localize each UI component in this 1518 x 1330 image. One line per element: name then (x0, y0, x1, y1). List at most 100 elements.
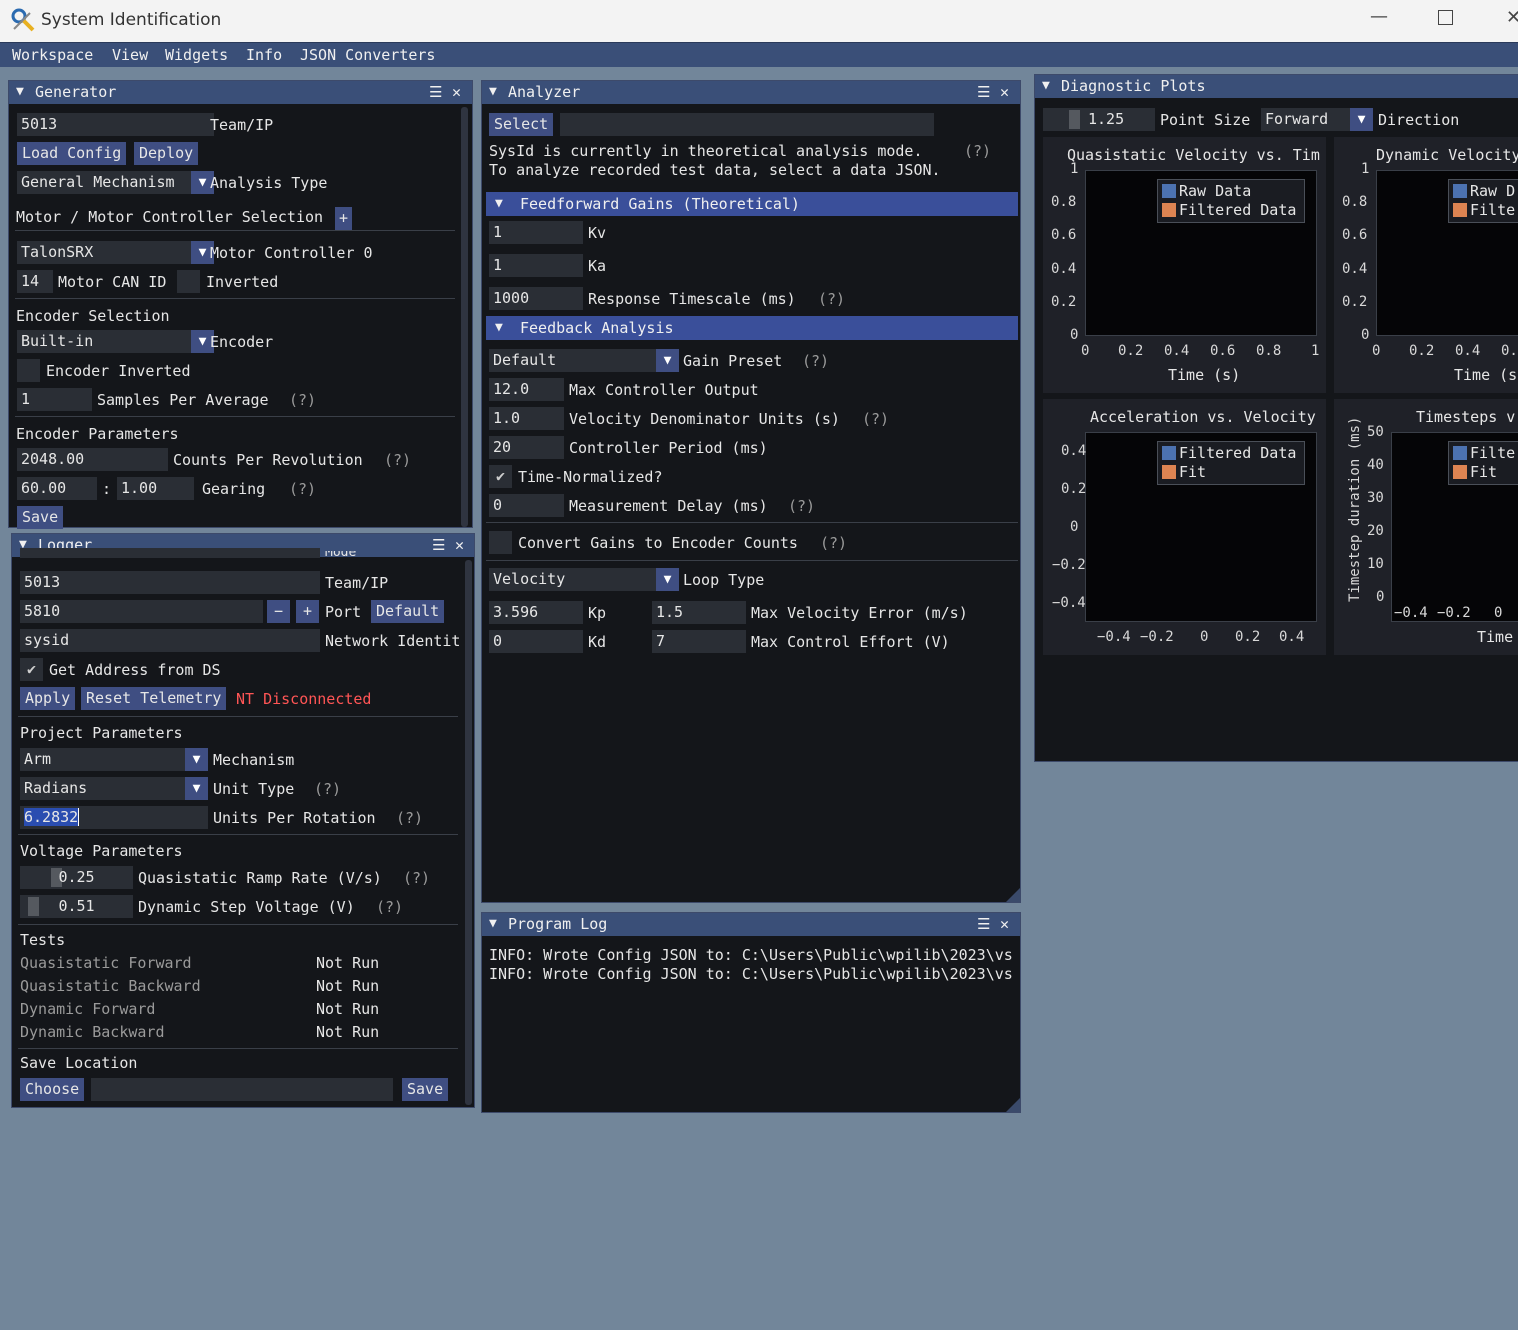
port-increment-button[interactable]: + (296, 600, 319, 623)
plot-legend[interactable]: Filte Fit (1448, 441, 1518, 485)
help-icon[interactable]: (?) (964, 142, 991, 161)
legend-entry[interactable]: Filte (1453, 201, 1518, 220)
acceleration-velocity-plot[interactable]: Acceleration vs. Velocity Filtered Data … (1043, 399, 1326, 655)
collapse-icon[interactable]: ▼ (16, 84, 24, 99)
feedforward-header[interactable]: ▼ Feedforward Gains (Theoretical) (486, 192, 1018, 216)
menu-workspace[interactable]: Workspace (12, 46, 93, 64)
menu-icon[interactable]: ☰ (432, 536, 445, 554)
program-log-titlebar[interactable]: ▼ Program Log ☰ ✕ (482, 913, 1020, 936)
select-json-button[interactable]: Select (489, 113, 554, 136)
gearing-denominator-input[interactable]: 1.00 (117, 477, 194, 500)
diagnostic-plots-titlebar[interactable]: ▼ Diagnostic Plots (1035, 75, 1518, 98)
choose-button[interactable]: Choose (20, 1078, 85, 1101)
time-normalized-checkbox[interactable]: ✔ (489, 465, 512, 488)
help-icon[interactable]: (?) (862, 410, 889, 429)
encoder-select[interactable]: Built-in ▼ (17, 330, 214, 353)
help-icon[interactable]: (?) (384, 451, 411, 470)
resize-grip[interactable] (1006, 1098, 1020, 1112)
menu-icon[interactable]: ☰ (977, 83, 990, 101)
menu-icon[interactable]: ☰ (429, 83, 442, 101)
save-location-input[interactable] (91, 1078, 393, 1101)
plot-legend[interactable]: Raw D Filte (1448, 179, 1518, 223)
legend-entry[interactable]: Filtered Data (1162, 201, 1300, 220)
plot-area[interactable]: Filte Fit (1391, 432, 1518, 622)
plot-area[interactable]: Raw D Filte (1376, 170, 1518, 336)
collapse-icon[interactable]: ▼ (489, 84, 497, 99)
kv-input[interactable]: 1 (489, 221, 583, 244)
collapse-icon[interactable]: ▼ (489, 916, 497, 931)
close-icon[interactable]: ✕ (1000, 915, 1009, 933)
help-icon[interactable]: (?) (802, 352, 829, 371)
port-decrement-button[interactable]: − (267, 600, 290, 623)
inverted-checkbox[interactable] (177, 270, 200, 293)
gain-preset-select[interactable]: Default ▼ (489, 349, 679, 372)
help-icon[interactable]: (?) (289, 391, 316, 410)
help-icon[interactable]: (?) (376, 898, 403, 917)
convert-gains-checkbox[interactable] (489, 531, 512, 554)
reset-telemetry-button[interactable]: Reset Telemetry (81, 687, 227, 710)
legend-entry[interactable]: Raw D (1453, 182, 1518, 201)
scrollbar[interactable] (465, 560, 472, 1105)
team-ip-input[interactable]: 5013 (17, 113, 214, 136)
gearing-numerator-input[interactable]: 60.00 (17, 477, 97, 500)
dynamic-velocity-plot[interactable]: Dynamic Velocity Raw D Filte 1 0.8 0.6 0… (1334, 137, 1518, 393)
minimize-button[interactable]: — (1370, 6, 1388, 27)
collapse-icon[interactable]: ▼ (495, 192, 503, 216)
timesteps-plot[interactable]: Timesteps v Timestep duration (ms) Filte… (1334, 399, 1518, 655)
menu-widgets[interactable]: Widgets (165, 46, 228, 64)
velocity-denominator-input[interactable]: 1.0 (489, 407, 564, 430)
measurement-delay-input[interactable]: 0 (489, 494, 564, 517)
legend-entry[interactable]: Fit (1162, 463, 1300, 482)
logger-save-button[interactable]: Save (402, 1078, 449, 1101)
controller-period-input[interactable]: 20 (489, 436, 564, 459)
close-button[interactable]: ✕ (1506, 7, 1518, 28)
save-button[interactable]: Save (17, 506, 64, 529)
samples-input[interactable]: 1 (17, 388, 92, 411)
menu-icon[interactable]: ☰ (977, 915, 990, 933)
plot-legend[interactable]: Raw Data Filtered Data (1157, 179, 1305, 223)
collapse-icon[interactable]: ▼ (495, 316, 503, 340)
mode-select-partial[interactable] (20, 548, 320, 558)
legend-entry[interactable]: Filtered Data (1162, 444, 1300, 463)
help-icon[interactable]: (?) (820, 534, 847, 553)
slider-handle[interactable] (28, 897, 39, 916)
ramp-rate-slider[interactable]: 0.25 (20, 866, 133, 889)
ka-input[interactable]: 1 (489, 254, 583, 277)
plot-legend[interactable]: Filtered Data Fit (1157, 441, 1305, 485)
apply-button[interactable]: Apply (20, 687, 76, 710)
point-size-slider[interactable]: 1.25 (1043, 108, 1155, 131)
port-default-button[interactable]: Default (371, 600, 445, 623)
json-path-input[interactable] (560, 113, 934, 136)
max-control-effort-input[interactable]: 7 (652, 630, 746, 653)
plot-area[interactable]: Filtered Data Fit (1085, 432, 1317, 622)
menu-info[interactable]: Info (246, 46, 282, 64)
help-icon[interactable]: (?) (396, 809, 423, 828)
close-icon[interactable]: ✕ (455, 536, 464, 554)
response-timescale-input[interactable]: 1000 (489, 287, 583, 310)
port-input[interactable]: 5810 (20, 600, 263, 623)
max-controller-output-input[interactable]: 12.0 (489, 378, 564, 401)
units-per-rotation-input[interactable]: 6.2832 (20, 806, 208, 829)
menu-json-converters[interactable]: JSON Converters (300, 46, 435, 64)
add-motor-button[interactable]: + (335, 207, 353, 230)
quasistatic-velocity-plot[interactable]: Quasistatic Velocity vs. Tim Raw Data Fi… (1043, 137, 1326, 393)
menu-view[interactable]: View (112, 46, 148, 64)
close-icon[interactable]: ✕ (1000, 83, 1009, 101)
motor-controller-select[interactable]: TalonSRX ▼ (17, 241, 214, 264)
logger-team-input[interactable]: 5013 (20, 571, 320, 594)
plot-area[interactable]: Raw Data Filtered Data (1085, 170, 1317, 336)
help-icon[interactable]: (?) (289, 480, 316, 499)
help-icon[interactable]: (?) (403, 869, 430, 888)
loop-type-select[interactable]: Velocity ▼ (489, 568, 679, 591)
help-icon[interactable]: (?) (314, 780, 341, 799)
analyzer-titlebar[interactable]: ▼ Analyzer ☰ ✕ (482, 81, 1020, 104)
load-config-button[interactable]: Load Config (17, 142, 127, 165)
help-icon[interactable]: (?) (818, 290, 845, 309)
encoder-inverted-checkbox[interactable] (17, 359, 40, 382)
close-icon[interactable]: ✕ (452, 83, 461, 101)
legend-entry[interactable]: Fit (1453, 463, 1518, 482)
deploy-button[interactable]: Deploy (134, 142, 199, 165)
cpr-input[interactable]: 2048.00 (17, 448, 168, 471)
slider-handle[interactable] (1069, 110, 1080, 129)
maximize-button[interactable] (1438, 10, 1453, 25)
